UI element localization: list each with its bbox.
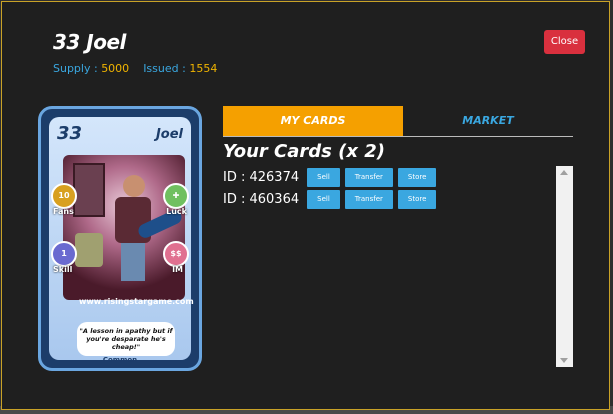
transfer-button[interactable]: Transfer [344, 167, 393, 187]
card-url: www.risingstargame.com [79, 297, 194, 306]
skill-stat-icon: 1 [51, 241, 77, 267]
issued-value: 1554 [189, 62, 218, 75]
scroll-up-icon[interactable] [560, 170, 568, 175]
luck-stat-icon: ✚ [163, 183, 189, 209]
store-button[interactable]: Store [397, 167, 437, 187]
tab-market[interactable]: MARKET [403, 106, 573, 136]
luck-stat-label: Luck [166, 207, 187, 216]
list-item: ID : 426374 Sell Transfer Store [223, 167, 441, 187]
photo-door [73, 163, 105, 217]
fans-stat-label: Fans [53, 207, 74, 216]
fans-stat-icon: 10 [51, 183, 77, 209]
store-button[interactable]: Store [397, 189, 437, 209]
scroll-down-icon[interactable] [560, 358, 568, 363]
supply-label: Supply : [53, 62, 98, 75]
photo-head [123, 175, 145, 197]
card-name: Joel [155, 127, 183, 142]
tab-divider [223, 136, 573, 137]
cards-list: ID : 426374 Sell Transfer Store ID : 460… [223, 166, 560, 366]
card-rarity: Common [102, 356, 138, 364]
sell-button[interactable]: Sell [307, 167, 340, 187]
card-id: ID : 460364 [223, 191, 300, 207]
close-button[interactable]: Close [544, 30, 585, 54]
card-image: 33 Joel 10 Fans ✚ Luck 1 Skill $$ IM www… [38, 106, 202, 371]
tab-my-cards[interactable]: MY CARDS [223, 106, 403, 136]
skill-stat-label: Skill [53, 265, 73, 274]
your-cards-heading: Your Cards (x 2) [223, 141, 385, 162]
card-meta: Supply : 5000 Issued : 1554 [53, 62, 217, 75]
photo-legs [121, 243, 145, 281]
im-stat-label: IM [172, 265, 183, 274]
transfer-button[interactable]: Transfer [344, 189, 393, 209]
card-number: 33 [57, 123, 83, 144]
issued-label: Issued : [143, 62, 186, 75]
card-photo [63, 155, 185, 300]
card-face: 33 Joel 10 Fans ✚ Luck 1 Skill $$ IM www… [49, 117, 194, 364]
card-title: 33 Joel [53, 30, 126, 54]
sell-button[interactable]: Sell [307, 189, 340, 209]
photo-figure [75, 233, 103, 267]
card-id: ID : 426374 [223, 169, 300, 185]
list-item: ID : 460364 Sell Transfer Store [223, 189, 441, 209]
list-scrollbar[interactable] [556, 166, 573, 367]
card-quote: "A lesson in apathy but if you're despar… [77, 322, 175, 356]
supply-value: 5000 [101, 62, 130, 75]
im-stat-icon: $$ [163, 241, 189, 267]
